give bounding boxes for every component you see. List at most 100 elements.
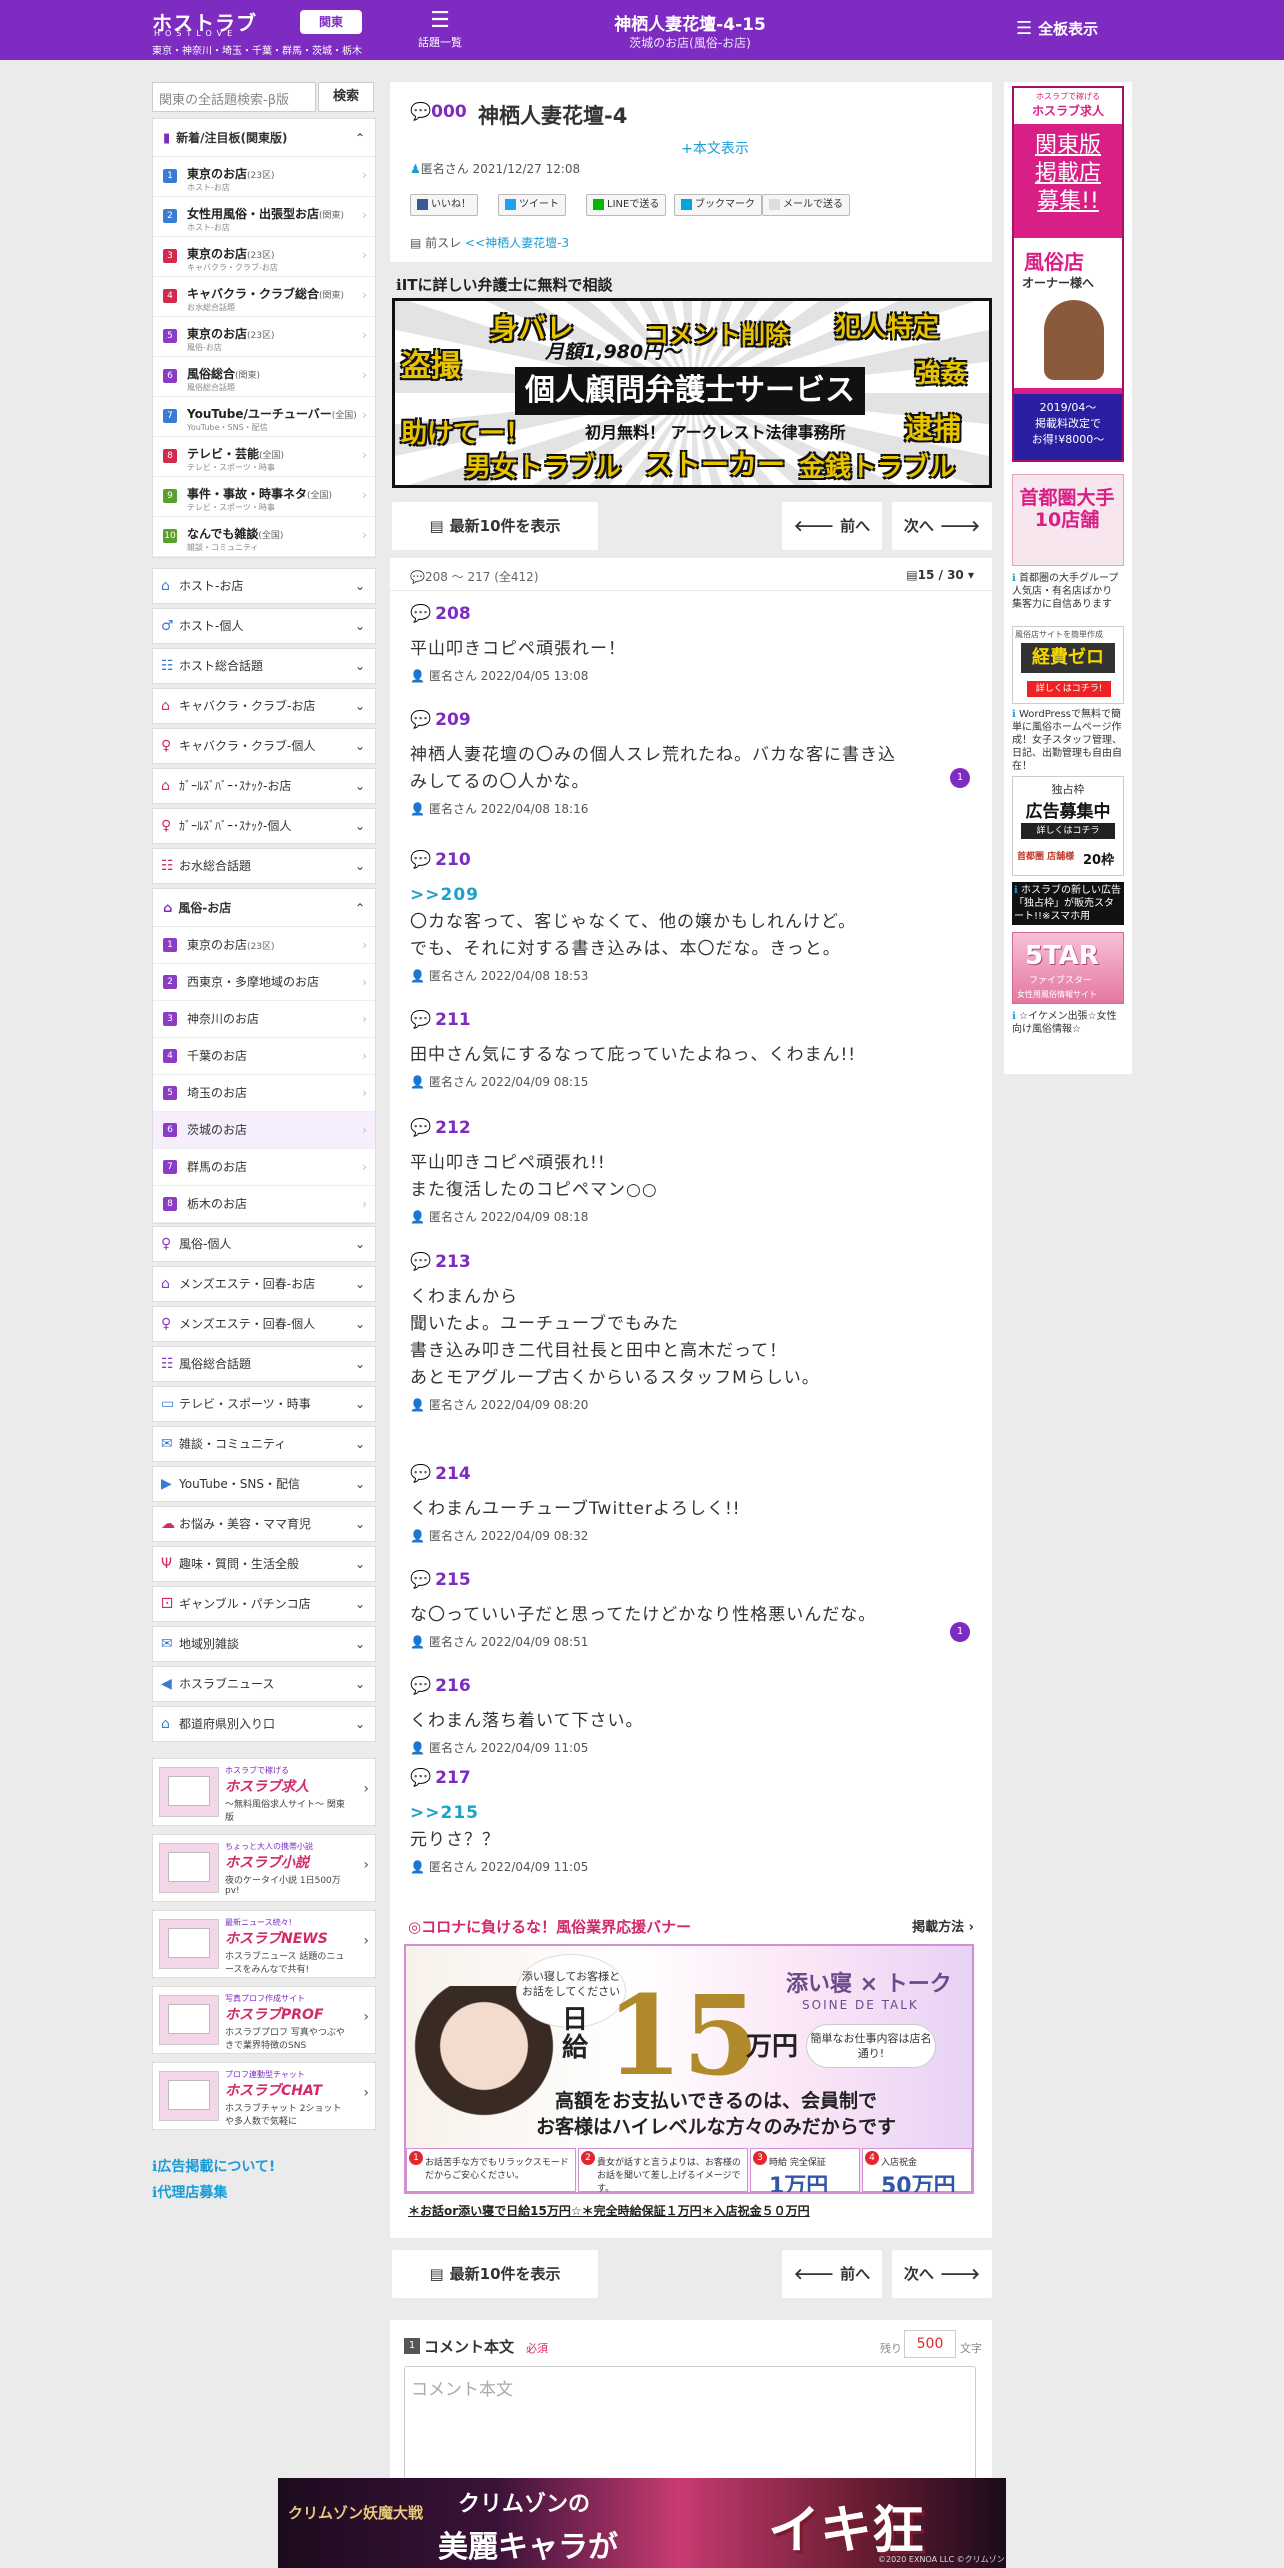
group-icon: ☷ <box>161 858 174 874</box>
category-row[interactable]: ♀ メンズエステ・回春-個人 ⌄ <box>152 1306 376 1342</box>
ad-info-link[interactable]: ℹ広告掲載について! <box>152 2156 275 2176</box>
sidebar-item-prefecture[interactable]: 5 埼玉のお店 › <box>153 1075 375 1112</box>
region-button[interactable]: 関東 <box>300 10 362 34</box>
law-ad-banner[interactable]: 身バレ コメント削除 犯人特定 盗撮 強姦 月額1,980円〜 個人顧問弁護士サ… <box>392 298 992 488</box>
category-row[interactable]: ♀ 風俗-個人 ⌄ <box>152 1226 376 1262</box>
reply-count-badge[interactable]: 1 <box>950 768 970 788</box>
post-number[interactable]: 💬 213 <box>410 1252 970 1272</box>
new-board-item[interactable]: 2 女性用風俗・出張型お店(関東) ホスト-お店 › <box>153 197 375 237</box>
sidebar-item-prefecture[interactable]: 8 栃木のお店 › <box>153 1186 375 1223</box>
chevron-down-icon: ⌄ <box>354 779 365 793</box>
facebook-like-button[interactable]: いいね！ <box>410 194 478 216</box>
speech-bubble-icon: 💬 <box>410 1010 432 1030</box>
post-number[interactable]: 💬 209 <box>410 710 970 730</box>
promo-brand: ホスラブPROF <box>225 2007 324 2023</box>
sister-site-banner[interactable]: 最新ニュース続々! ホスラブNEWS ホスラブニュース 話題のニュースをみんなで共有… <box>152 1910 376 1978</box>
category-row[interactable]: ◀ ホスラブニュース ⌄ <box>152 1666 376 1702</box>
sidebar-item-prefecture[interactable]: 6 茨城のお店 › <box>153 1112 375 1149</box>
next-page-button[interactable]: 次へ 🡒 <box>892 502 992 550</box>
category-row[interactable]: ⌂ ホスト-お店 ⌄ <box>152 568 376 604</box>
ad-metro-banner[interactable]: 首都圏大手 10店舗 <box>1012 474 1124 566</box>
category-row[interactable]: ⌂ ｶﾞｰﾙｽﾞﾊﾞｰ･ｽﾅｯｸ-お店 ⌄ <box>152 768 376 804</box>
post-number[interactable]: 💬 216 <box>410 1676 970 1696</box>
header-thread-sub[interactable]: 茨城のお店(風俗-お店) <box>560 34 820 51</box>
category-row[interactable]: ♀ キャバクラ・クラブ-個人 ⌄ <box>152 728 376 764</box>
category-row[interactable]: ▭ テレビ・スポーツ・時事 ⌄ <box>152 1386 376 1422</box>
new-board-item[interactable]: 7 YouTube/ユーチューバー(全国) YouTube・SNS・配信 › <box>153 397 375 437</box>
post-number[interactable]: 💬 211 <box>410 1010 970 1030</box>
fuzoku-shop-header[interactable]: ⌂ 風俗-お店 ⌃ <box>153 889 375 927</box>
new-board-item[interactable]: 5 東京のお店(23区) 風俗-お店 › <box>153 317 375 357</box>
sidebar-item-prefecture[interactable]: 7 群馬のお店 › <box>153 1149 375 1186</box>
sister-site-banner[interactable]: プロフ連動型チャット ホスラブCHAT ホスラブチャット 2ショットや多人数で気軽に… <box>152 2062 376 2130</box>
bookmark-button[interactable]: ブックマーク <box>674 194 762 216</box>
sister-site-banner[interactable]: ちょっと大人の携帯小説 ホスラブ小説 夜のケータイ小説 1日500万pv! › <box>152 1834 376 1902</box>
category-row[interactable]: ☷ 風俗総合話題 ⌄ <box>152 1346 376 1382</box>
topics-list-button[interactable]: ☰ 話題一覧 <box>408 8 472 56</box>
next-page-button[interactable]: 次へ 🡒 <box>892 2250 992 2298</box>
reply-anchor-link[interactable]: >>209 <box>410 882 970 909</box>
all-boards-button[interactable]: ☰ 全板表示 <box>1016 18 1098 39</box>
sister-site-banner[interactable]: 写真プロフ作成サイト ホスラブPROF ホスラブプロフ 写真やつぶやきで業界特徴のS… <box>152 1986 376 2054</box>
thread-num-text: 000 <box>431 102 467 122</box>
new-board-item[interactable]: 10 なんでも雑談(全国) 雑談・コミュニティ › <box>153 517 375 557</box>
ad-job-banner[interactable]: ホスラブで稼げる ホスラブ求人 関東版 掲載店 募集!! 風俗店 オーナー様へ … <box>1012 86 1124 462</box>
agency-link[interactable]: ℹ代理店募集 <box>152 2182 227 2202</box>
latest-10-button[interactable]: ▤ 最新10件を表示 <box>392 502 598 550</box>
category-row[interactable]: ⚀ ギャンブル・パチンコ店 ⌄ <box>152 1586 376 1622</box>
reply-count-badge[interactable]: 1 <box>950 1622 970 1642</box>
sidebar-item-prefecture[interactable]: 3 神奈川のお店 › <box>153 1001 375 1038</box>
post-number[interactable]: 💬 208 <box>410 604 970 624</box>
category-row[interactable]: ✉ 地域別雑談 ⌄ <box>152 1626 376 1662</box>
post-number[interactable]: 💬 215 <box>410 1570 970 1590</box>
ad-exclusive-banner[interactable]: 独占枠 広告募集中 詳しくはコチラ 首都圏 店舗様 20枠 <box>1012 776 1124 876</box>
category-row[interactable]: ☷ ホスト総合話題 ⌄ <box>152 648 376 684</box>
new-boards-header[interactable]: ▮ 新着/注目板(関東版) ⌃ <box>153 119 375 157</box>
sidebar-item-prefecture[interactable]: 4 千葉のお店 › <box>153 1038 375 1075</box>
category-row[interactable]: ▶ YouTube・SNS・配信 ⌄ <box>152 1466 376 1502</box>
new-board-item[interactable]: 3 東京のお店(23区) キャバクラ・クラブ-お店 › <box>153 237 375 277</box>
tweet-button[interactable]: ツイート <box>498 194 566 216</box>
new-board-item[interactable]: 1 東京のお店(23区) ホスト-お店 › <box>153 157 375 197</box>
new-board-item[interactable]: 4 キャバクラ・クラブ総合(関東) お水総合話題 › <box>153 277 375 317</box>
ad-5tar-banner[interactable]: 5TAR ファイブスター 女性用風俗情報サイト <box>1012 932 1124 1004</box>
page-select[interactable]: ▤15 / 30 ▾ <box>906 568 974 582</box>
post-number[interactable]: 💬 214 <box>410 1464 970 1484</box>
sister-site-banner[interactable]: ホスラブで稼げる ホスラブ求人 〜無料風俗求人サイト〜 関東版 › <box>152 1758 376 1826</box>
category-row[interactable]: ⌂ キャバクラ・クラブ-お店 ⌄ <box>152 688 376 724</box>
prev-thread-link[interactable]: <<神栖人妻花壇-3 <box>465 236 569 250</box>
category-row[interactable]: ✉ 雑談・コミュニティ ⌄ <box>152 1426 376 1462</box>
post-number[interactable]: 💬 212 <box>410 1118 970 1138</box>
sidebar-search-button[interactable]: 検索 <box>318 82 374 112</box>
sidebar-search-input[interactable]: 関東の全話題検索-β版 <box>152 82 316 112</box>
ad-zero-banner[interactable]: 風俗店サイトを簡単作成 経費ゼロ 詳しくはコチラ! <box>1012 626 1124 704</box>
email-share-button[interactable]: メールで送る <box>762 194 850 216</box>
bottom-ad-banner[interactable]: クリムゾン妖魔大戦 クリムゾンの 美麗キャラが イキ狂う!! ©2020 EXN… <box>278 2478 1006 2568</box>
category-row[interactable]: ☷ お水総合話題 ⌄ <box>152 848 376 884</box>
post-number[interactable]: 💬 210 <box>410 850 970 870</box>
thread-post-number[interactable]: 💬000 <box>410 102 467 122</box>
covid-ad-link[interactable]: ＊お話or添い寝で日給15万円☆＊完全時給保証１万円＊入店祝金５０万円 <box>408 2202 810 2219</box>
sidebar-item-prefecture[interactable]: 1 東京のお店(23区) › <box>153 927 375 964</box>
category-row[interactable]: ⌂ 都道府県別入り口 ⌄ <box>152 1706 376 1742</box>
post-number[interactable]: 💬 217 <box>410 1768 970 1788</box>
prev-page-button[interactable]: 🡐 前へ <box>782 2250 882 2298</box>
new-board-item[interactable]: 8 テレビ・芸能(全国) テレビ・スポーツ・時事 › <box>153 437 375 477</box>
category-row[interactable]: ♂ ホスト-個人 ⌄ <box>152 608 376 644</box>
line-share-button[interactable]: LINEで送る <box>586 194 667 216</box>
reply-anchor-link[interactable]: >>215 <box>410 1800 970 1827</box>
new-board-item[interactable]: 6 風俗総合(関東) 風俗総合話題 › <box>153 357 375 397</box>
covid-ad-banner[interactable]: 添い寝してお客様とお話をしてください 日給 15 万円 添い寝 × トーク SO… <box>404 1944 974 2194</box>
category-row[interactable]: ⌂ メンズエステ・回春-お店 ⌄ <box>152 1266 376 1302</box>
latest-10-button[interactable]: ▤ 最新10件を表示 <box>392 2250 598 2298</box>
covid-method-link[interactable]: 掲載方法 › <box>912 1916 974 1935</box>
category-row[interactable]: ☁ お悩み・美容・ママ育児 ⌄ <box>152 1506 376 1542</box>
category-row[interactable]: Ψ 趣味・質問・生活全般 ⌄ <box>152 1546 376 1582</box>
new-board-item[interactable]: 9 事件・事故・時事ネタ(全国) テレビ・スポーツ・時事 › <box>153 477 375 517</box>
prev-page-button[interactable]: 🡐 前へ <box>782 502 882 550</box>
category-row[interactable]: ♀ ｶﾞｰﾙｽﾞﾊﾞｰ･ｽﾅｯｸ-個人 ⌄ <box>152 808 376 844</box>
cb-foot-num: 2 <box>581 2151 595 2165</box>
sidebar-item-prefecture[interactable]: 2 西東京・多摩地域のお店 › <box>153 964 375 1001</box>
show-body-toggle[interactable]: +本文表示 <box>655 138 775 158</box>
ad-excl-top: 独占枠 <box>1051 783 1085 796</box>
